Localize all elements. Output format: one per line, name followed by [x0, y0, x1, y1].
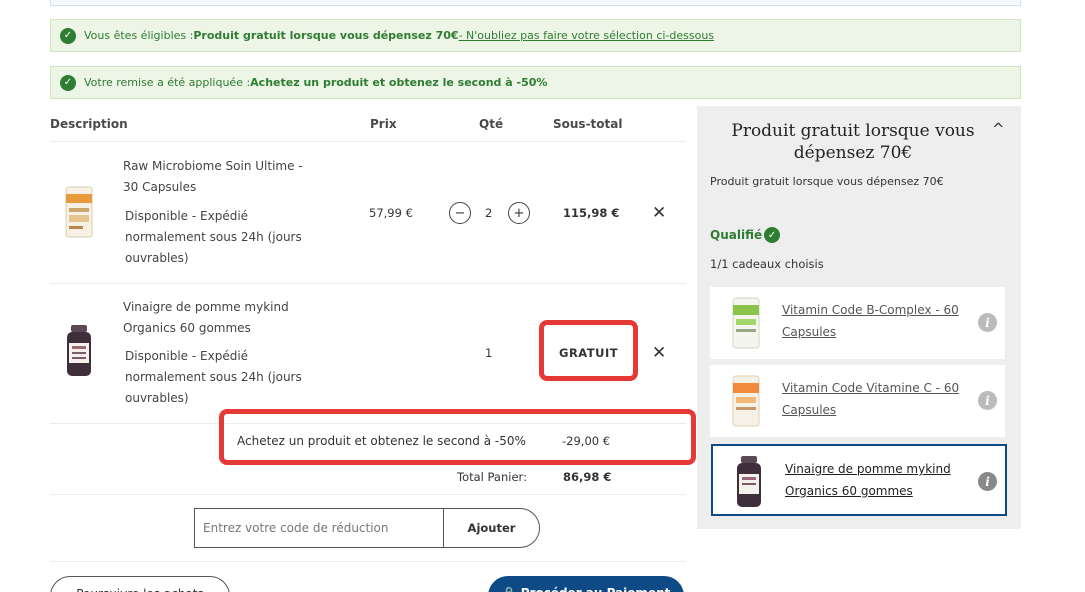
remove-item-icon[interactable]: ✕ [652, 203, 666, 223]
item-price: 57,99 € [369, 206, 413, 220]
gift-image-vitamin-c [732, 375, 760, 427]
gifts-count: 1/1 cadeaux choisis [710, 257, 824, 271]
gift-image-vinaigre-pomme [737, 456, 761, 507]
highlight-discount-annotation [219, 409, 696, 465]
highlight-free-annotation [539, 320, 638, 381]
info-icon[interactable]: i [978, 391, 997, 410]
panel-title: Produit gratuit lorsque vous dépensez 70… [731, 121, 975, 163]
remove-item-icon[interactable]: ✕ [652, 343, 666, 363]
header-qty: Qté [479, 117, 504, 131]
availability-line: Disponible - Expédié [125, 209, 249, 223]
decrease-qty-button[interactable]: − [449, 202, 471, 224]
panel-subtitle: Produit gratuit lorsque vous dépensez 70… [710, 175, 944, 188]
promo-code-input[interactable]: Entrez votre code de réduction [194, 508, 444, 548]
item-qty: 1 [485, 346, 493, 360]
chevron-up-icon[interactable]: ^ [992, 120, 1005, 138]
info-banner-edge [50, 0, 1021, 6]
info-icon[interactable]: i [978, 472, 997, 491]
item-availability: Disponible - Expédié normalement sous 24… [125, 206, 302, 269]
item-name-line: 30 Capsules [123, 180, 197, 194]
availability-line: normalement sous 24h (jours [125, 230, 302, 244]
divider [50, 561, 686, 562]
notice-prefix: Votre remise a été appliquée : [84, 76, 251, 89]
gift-name-line: Vitamin Code B-Complex - 60 [782, 303, 959, 317]
info-icon[interactable]: i [978, 313, 997, 332]
notice-bold: Produit gratuit lorsque vous dépensez 70… [193, 29, 459, 42]
gift-name-line: Vitamin Code Vitamine C - 60 [782, 381, 960, 395]
check-circle-icon: ✓ [60, 74, 76, 91]
item-name-line: Vinaigre de pomme mykind [123, 300, 289, 314]
header-price: Prix [370, 117, 397, 131]
gift-name-line: Capsules [782, 325, 837, 339]
gift-name-line: Vinaigre de pomme mykind [785, 462, 951, 476]
item-qty: 2 [485, 206, 493, 220]
check-circle-icon: ✓ [60, 27, 76, 44]
gift-option-selected[interactable]: Vinaigre de pomme mykind Organics 60 gom… [711, 444, 1007, 516]
qualified-label: Qualifié [710, 228, 763, 242]
gift-name-line: Organics 60 gommes [785, 484, 913, 498]
availability-line: normalement sous 24h (jours [125, 370, 302, 384]
increase-qty-button[interactable]: + [508, 202, 530, 224]
divider [50, 141, 686, 142]
gift-option[interactable]: Vitamin Code B-Complex - 60 Capsules i [710, 287, 1005, 359]
check-circle-icon: ✓ [764, 227, 781, 243]
header-subtotal: Sous-total [553, 117, 623, 131]
total-label: Total Panier: [457, 470, 527, 484]
header-description: Description [50, 117, 128, 131]
gift-name[interactable]: Vitamin Code Vitamine C - 60 Capsules [782, 377, 972, 421]
continue-shopping-button[interactable]: Poursuivre les achats [50, 576, 230, 592]
total-amount: 86,98 € [563, 470, 612, 484]
notice-prefix: Vous êtes éligibles : [84, 29, 194, 42]
item-availability: Disponible - Expédié normalement sous 24… [125, 346, 302, 409]
eligibility-notice: ✓ Vous êtes éligibles : Produit gratuit … [50, 19, 1021, 52]
item-name[interactable]: Vinaigre de pomme mykind Organics 60 gom… [123, 297, 289, 339]
gift-name[interactable]: Vinaigre de pomme mykind Organics 60 gom… [785, 458, 975, 502]
product-image-raw-microbiome[interactable] [64, 184, 94, 240]
gift-option[interactable]: Vitamin Code Vitamine C - 60 Capsules i [710, 365, 1005, 437]
notice-link[interactable]: - N'oubliez pas faire votre sélection ci… [459, 29, 714, 42]
product-image-vinaigre-pomme[interactable] [64, 323, 94, 379]
item-subtotal: 115,98 € [563, 206, 620, 220]
divider [50, 283, 686, 284]
gift-image-b-complex [732, 297, 760, 349]
gift-name-line: Capsules [782, 403, 837, 417]
item-name-line: Raw Microbiome Soin Ultime - [123, 159, 303, 173]
item-name[interactable]: Raw Microbiome Soin Ultime - 30 Capsules [123, 156, 303, 198]
qualified-status: Qualifié ✓ [710, 227, 781, 243]
checkout-button[interactable]: 🔒 Procéder au Paiement [488, 576, 684, 592]
availability-line: Disponible - Expédié [125, 349, 249, 363]
discount-applied-notice: ✓ Votre remise a été appliquée : Achetez… [50, 66, 1021, 99]
gift-name[interactable]: Vitamin Code B-Complex - 60 Capsules [782, 299, 972, 343]
notice-bold: Achetez un produit et obtenez le second … [250, 76, 548, 89]
item-name-line: Organics 60 gommes [123, 321, 251, 335]
availability-line: ouvrables) [125, 391, 189, 405]
availability-line: ouvrables) [125, 251, 189, 265]
apply-promo-button[interactable]: Ajouter [443, 508, 540, 548]
free-gift-panel: Produit gratuit lorsque vous dépensez 70… [697, 106, 1021, 529]
divider [50, 494, 686, 495]
